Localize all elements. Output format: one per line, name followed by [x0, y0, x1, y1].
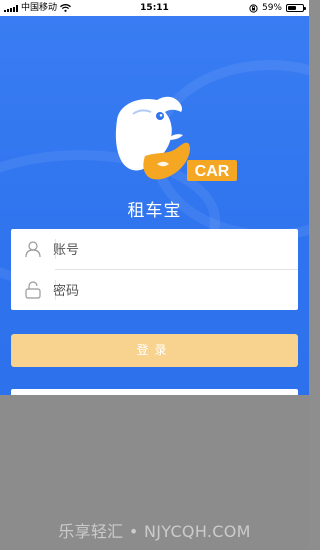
status-bar-right: 59% — [249, 0, 306, 16]
dolphin-logo-icon: CAR — [115, 96, 237, 181]
status-bar: 中国移动 15:11 59% — [0, 0, 309, 16]
login-button[interactable]: 登录 — [11, 334, 298, 367]
app-logo: CAR — [103, 92, 253, 192]
account-input[interactable] — [51, 238, 285, 262]
rotation-lock-icon — [249, 3, 258, 13]
user-icon — [25, 241, 41, 258]
battery-percent: 59% — [261, 3, 282, 13]
password-field[interactable] — [11, 270, 298, 310]
watermark-text: 乐享轻汇 • NJYCQH.COM — [58, 522, 251, 541]
lock-icon — [25, 281, 41, 299]
account-field[interactable] — [11, 229, 298, 269]
battery-level — [288, 6, 297, 10]
logo-badge-text: CAR — [195, 163, 230, 180]
password-input[interactable] — [51, 279, 285, 303]
battery-icon — [286, 4, 306, 12]
app-title: 租车宝 — [127, 201, 182, 221]
login-form — [11, 229, 298, 310]
